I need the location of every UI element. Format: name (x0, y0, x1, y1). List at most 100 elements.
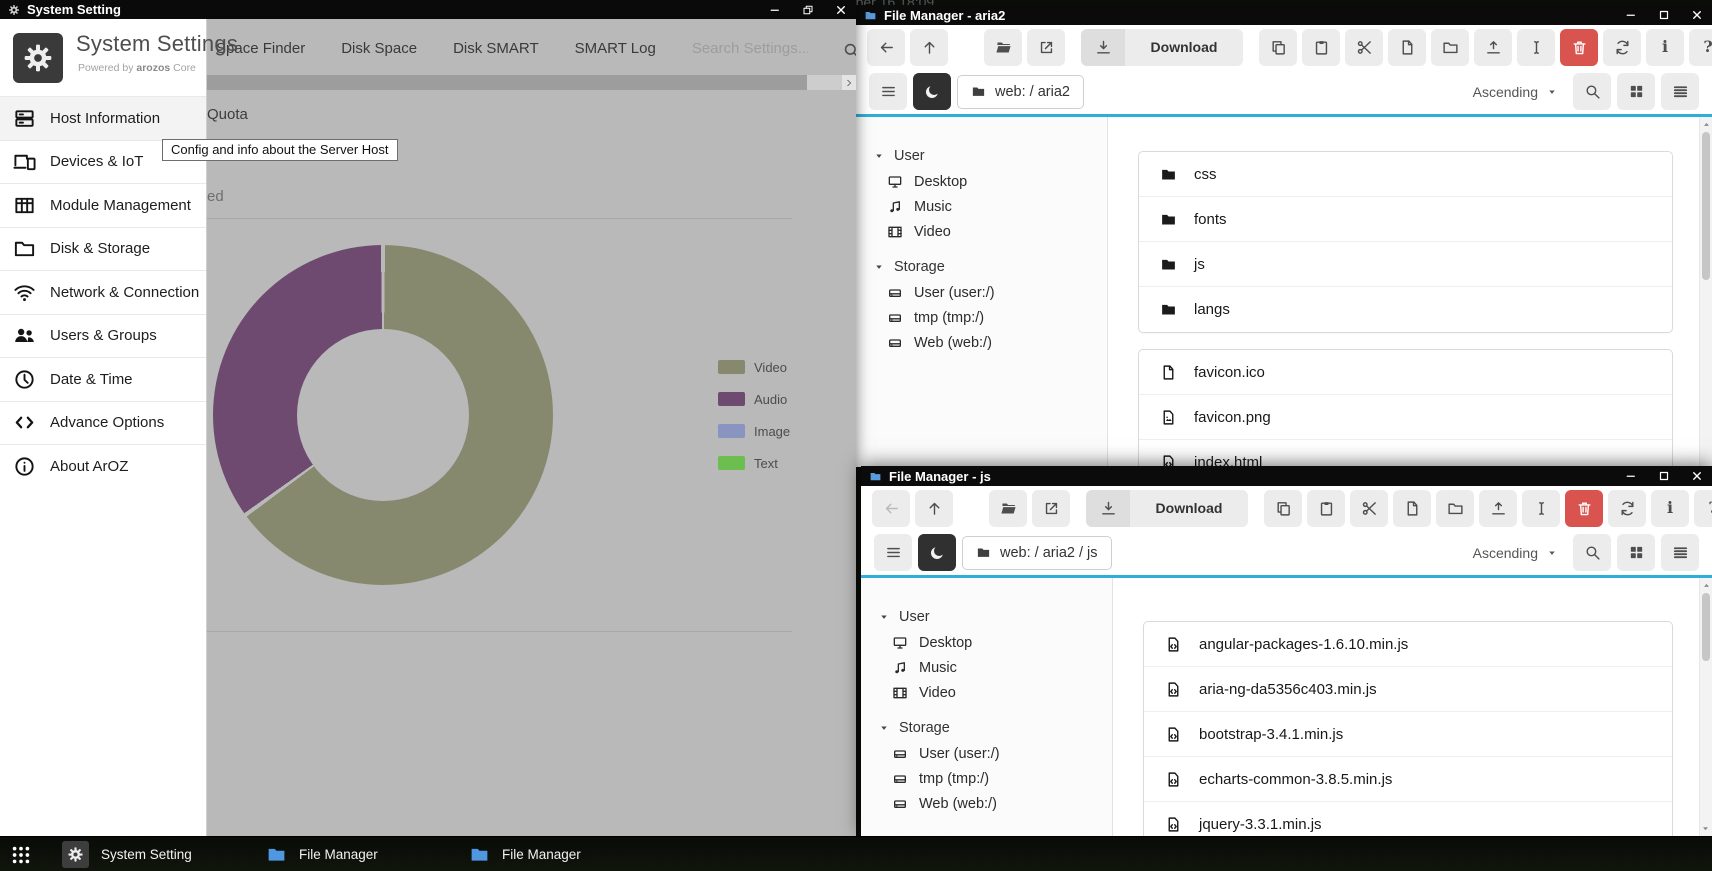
fm-js-titlebar[interactable]: File Manager - js (861, 466, 1712, 486)
tab-scrollbar-thumb[interactable] (207, 75, 807, 90)
tree-item-tmp-drive[interactable]: tmp (tmp:/) (861, 766, 1112, 791)
breadcrumb[interactable]: web: / aria2 (957, 75, 1084, 109)
open-folder-button[interactable] (989, 490, 1027, 527)
tree-item-tmp-drive[interactable]: tmp (tmp:/) (856, 305, 1107, 330)
back-button[interactable] (867, 29, 905, 66)
legend-item-audio[interactable]: Audio (718, 392, 790, 406)
search-icon[interactable] (842, 41, 856, 60)
file-row-favicon-ico[interactable]: favicon.ico (1139, 350, 1672, 395)
tab-scroll-right-button[interactable] (842, 75, 856, 90)
settings-search-input[interactable] (692, 40, 808, 57)
help-button[interactable] (1694, 490, 1712, 527)
info-button[interactable] (1646, 29, 1684, 66)
tab-disk-space[interactable]: Disk Space (341, 40, 417, 57)
back-button[interactable] (872, 490, 910, 527)
open-new-window-button[interactable] (1032, 490, 1070, 527)
tree-group-user[interactable]: User (856, 143, 1107, 169)
search-button[interactable] (1573, 534, 1611, 571)
file-row-index-html[interactable]: index.html (1139, 440, 1672, 467)
close-button[interactable] (1690, 8, 1704, 22)
tree-item-user-drive[interactable]: User (user:/) (861, 741, 1112, 766)
new-folder-button[interactable] (1431, 29, 1469, 66)
tree-group-user[interactable]: User (861, 604, 1112, 630)
close-button[interactable] (1690, 469, 1704, 483)
fm-aria2-titlebar[interactable]: File Manager - aria2 (856, 5, 1712, 25)
minimize-button[interactable] (1624, 469, 1638, 483)
refresh-button[interactable] (1603, 29, 1641, 66)
tree-item-music[interactable]: Music (861, 655, 1112, 680)
sidebar-item-users-groups[interactable]: Users & Groups (0, 314, 206, 358)
app-launcher-button[interactable] (10, 837, 32, 871)
minimize-button[interactable] (1624, 8, 1638, 22)
grid-view-button[interactable] (1617, 534, 1655, 571)
tree-item-web-drive[interactable]: Web (web:/) (861, 791, 1112, 816)
new-file-button[interactable] (1393, 490, 1431, 527)
tree-item-video[interactable]: Video (861, 680, 1112, 705)
delete-button[interactable] (1565, 490, 1603, 527)
scroll-up-arrow[interactable] (1700, 118, 1712, 130)
close-button[interactable] (834, 3, 848, 17)
maximize-button[interactable] (1657, 469, 1671, 483)
legend-item-text[interactable]: Text (718, 456, 790, 470)
tree-group-storage[interactable]: Storage (861, 715, 1112, 741)
tab-smart-log[interactable]: SMART Log (575, 40, 656, 57)
tree-item-video[interactable]: Video (856, 219, 1107, 244)
file-row-bootstrap[interactable]: bootstrap-3.4.1.min.js (1144, 712, 1672, 757)
scrollbar-track[interactable] (1699, 578, 1712, 836)
sidebar-item-advance-options[interactable]: Advance Options (0, 401, 206, 445)
rename-button[interactable] (1517, 29, 1555, 66)
paste-button[interactable] (1307, 490, 1345, 527)
upload-button[interactable] (1474, 29, 1512, 66)
up-button[interactable] (910, 29, 948, 66)
dark-mode-toggle[interactable] (913, 73, 951, 110)
new-folder-button[interactable] (1436, 490, 1474, 527)
tree-item-desktop[interactable]: Desktop (861, 630, 1112, 655)
grid-view-button[interactable] (1617, 73, 1655, 110)
open-folder-button[interactable] (984, 29, 1022, 66)
restore-button[interactable] (801, 3, 815, 17)
cut-button[interactable] (1350, 490, 1388, 527)
folder-row-fonts[interactable]: fonts (1139, 197, 1672, 242)
cut-button[interactable] (1345, 29, 1383, 66)
delete-button[interactable] (1560, 29, 1598, 66)
sidebar-item-date-time[interactable]: Date & Time (0, 357, 206, 401)
list-view-button[interactable] (1661, 73, 1699, 110)
menu-button[interactable] (874, 534, 912, 571)
tree-item-web-drive[interactable]: Web (web:/) (856, 330, 1107, 355)
new-file-button[interactable] (1388, 29, 1426, 66)
scroll-down-arrow[interactable] (1700, 823, 1712, 835)
scrollbar-track[interactable] (1699, 117, 1712, 467)
tab-disk-smart[interactable]: Disk SMART (453, 40, 539, 57)
sidebar-item-about-aroz[interactable]: About ArOZ (0, 444, 206, 488)
copy-button[interactable] (1264, 490, 1302, 527)
taskbar-item-file-manager-1[interactable]: File Manager (266, 837, 378, 871)
up-button[interactable] (915, 490, 953, 527)
sidebar-item-network-connection[interactable]: Network & Connection (0, 270, 206, 314)
scrollbar-thumb[interactable] (1702, 593, 1710, 661)
file-row-aria-ng[interactable]: aria-ng-da5356c403.min.js (1144, 667, 1672, 712)
sort-order-dropdown[interactable]: Ascending (1463, 84, 1567, 100)
file-row-favicon-png[interactable]: favicon.png (1139, 395, 1672, 440)
taskbar-item-file-manager-2[interactable]: File Manager (469, 837, 581, 871)
file-row-angular[interactable]: angular-packages-1.6.10.min.js (1144, 622, 1672, 667)
file-row-echarts[interactable]: echarts-common-3.8.5.min.js (1144, 757, 1672, 802)
folder-row-langs[interactable]: langs (1139, 287, 1672, 332)
tree-item-music[interactable]: Music (856, 194, 1107, 219)
scroll-up-arrow[interactable] (1700, 579, 1712, 591)
paste-button[interactable] (1302, 29, 1340, 66)
dark-mode-toggle[interactable] (918, 534, 956, 571)
upload-button[interactable] (1479, 490, 1517, 527)
folder-row-css[interactable]: css (1139, 152, 1672, 197)
refresh-button[interactable] (1608, 490, 1646, 527)
taskbar-item-system-setting[interactable]: System Setting (62, 837, 192, 871)
tree-item-desktop[interactable]: Desktop (856, 169, 1107, 194)
search-button[interactable] (1573, 73, 1611, 110)
sort-order-dropdown[interactable]: Ascending (1463, 545, 1567, 561)
maximize-button[interactable] (1657, 8, 1671, 22)
sidebar-item-module-management[interactable]: Module Management (0, 183, 206, 227)
minimize-button[interactable] (768, 3, 782, 17)
info-button[interactable] (1651, 490, 1689, 527)
download-button[interactable]: Download (1081, 29, 1243, 66)
scrollbar-thumb[interactable] (1702, 132, 1710, 280)
list-view-button[interactable] (1661, 534, 1699, 571)
